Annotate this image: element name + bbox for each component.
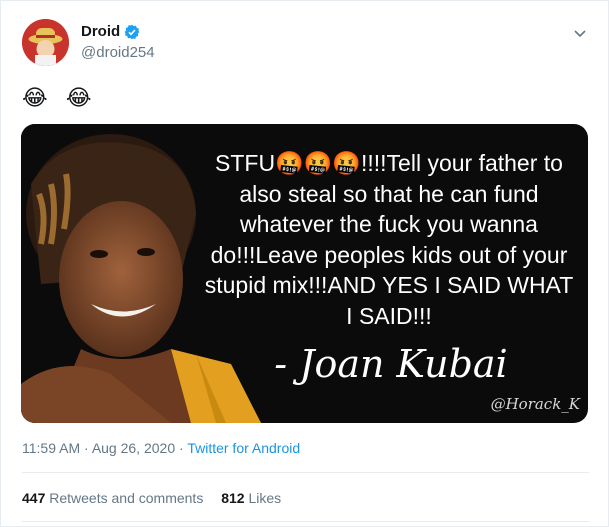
tweet-text: 😂 😂 — [22, 85, 98, 110]
image-watermark: @Horack_K — [490, 395, 580, 413]
tweet-card: Droid @droid254 😂 😂 STFU🤬🤬🤬!!!!Tell your… — [0, 0, 609, 527]
retweets-count: 447 — [22, 490, 46, 506]
avatar-image — [22, 19, 69, 66]
user-handle[interactable]: @droid254 — [81, 44, 155, 61]
verified-badge-icon — [124, 24, 140, 40]
meta-separator: · — [84, 440, 89, 456]
likes-label: Likes — [248, 490, 282, 506]
tweet-time[interactable]: 11:59 AM — [22, 440, 80, 456]
quote-author: - Joan Kubai — [274, 342, 508, 386]
display-name[interactable]: Droid — [81, 23, 120, 40]
author-name-row: Droid — [81, 23, 140, 40]
tweet-metadata: 11:59 AM · Aug 26, 2020 · Twitter for An… — [22, 440, 300, 456]
likes-stat[interactable]: 812 Likes — [221, 490, 281, 506]
retweets-stat[interactable]: 447 Retweets and comments — [22, 490, 207, 506]
tweet-source-link[interactable]: Twitter for Android — [187, 440, 300, 456]
likes-count: 812 — [221, 490, 245, 506]
tweet-media-image[interactable]: STFU🤬🤬🤬!!!!Tell your father to also stea… — [21, 124, 588, 423]
divider — [22, 521, 589, 522]
divider — [22, 472, 589, 473]
tweet-date[interactable]: Aug 26, 2020 — [92, 440, 175, 456]
meta-separator: · — [179, 440, 184, 456]
chevron-down-icon[interactable] — [572, 25, 588, 41]
tweet-stats: 447 Retweets and comments 812 Likes — [22, 490, 295, 506]
retweets-label: Retweets and comments — [49, 490, 204, 506]
quote-text: STFU🤬🤬🤬!!!!Tell your father to also stea… — [204, 150, 574, 329]
avatar[interactable] — [22, 19, 69, 66]
